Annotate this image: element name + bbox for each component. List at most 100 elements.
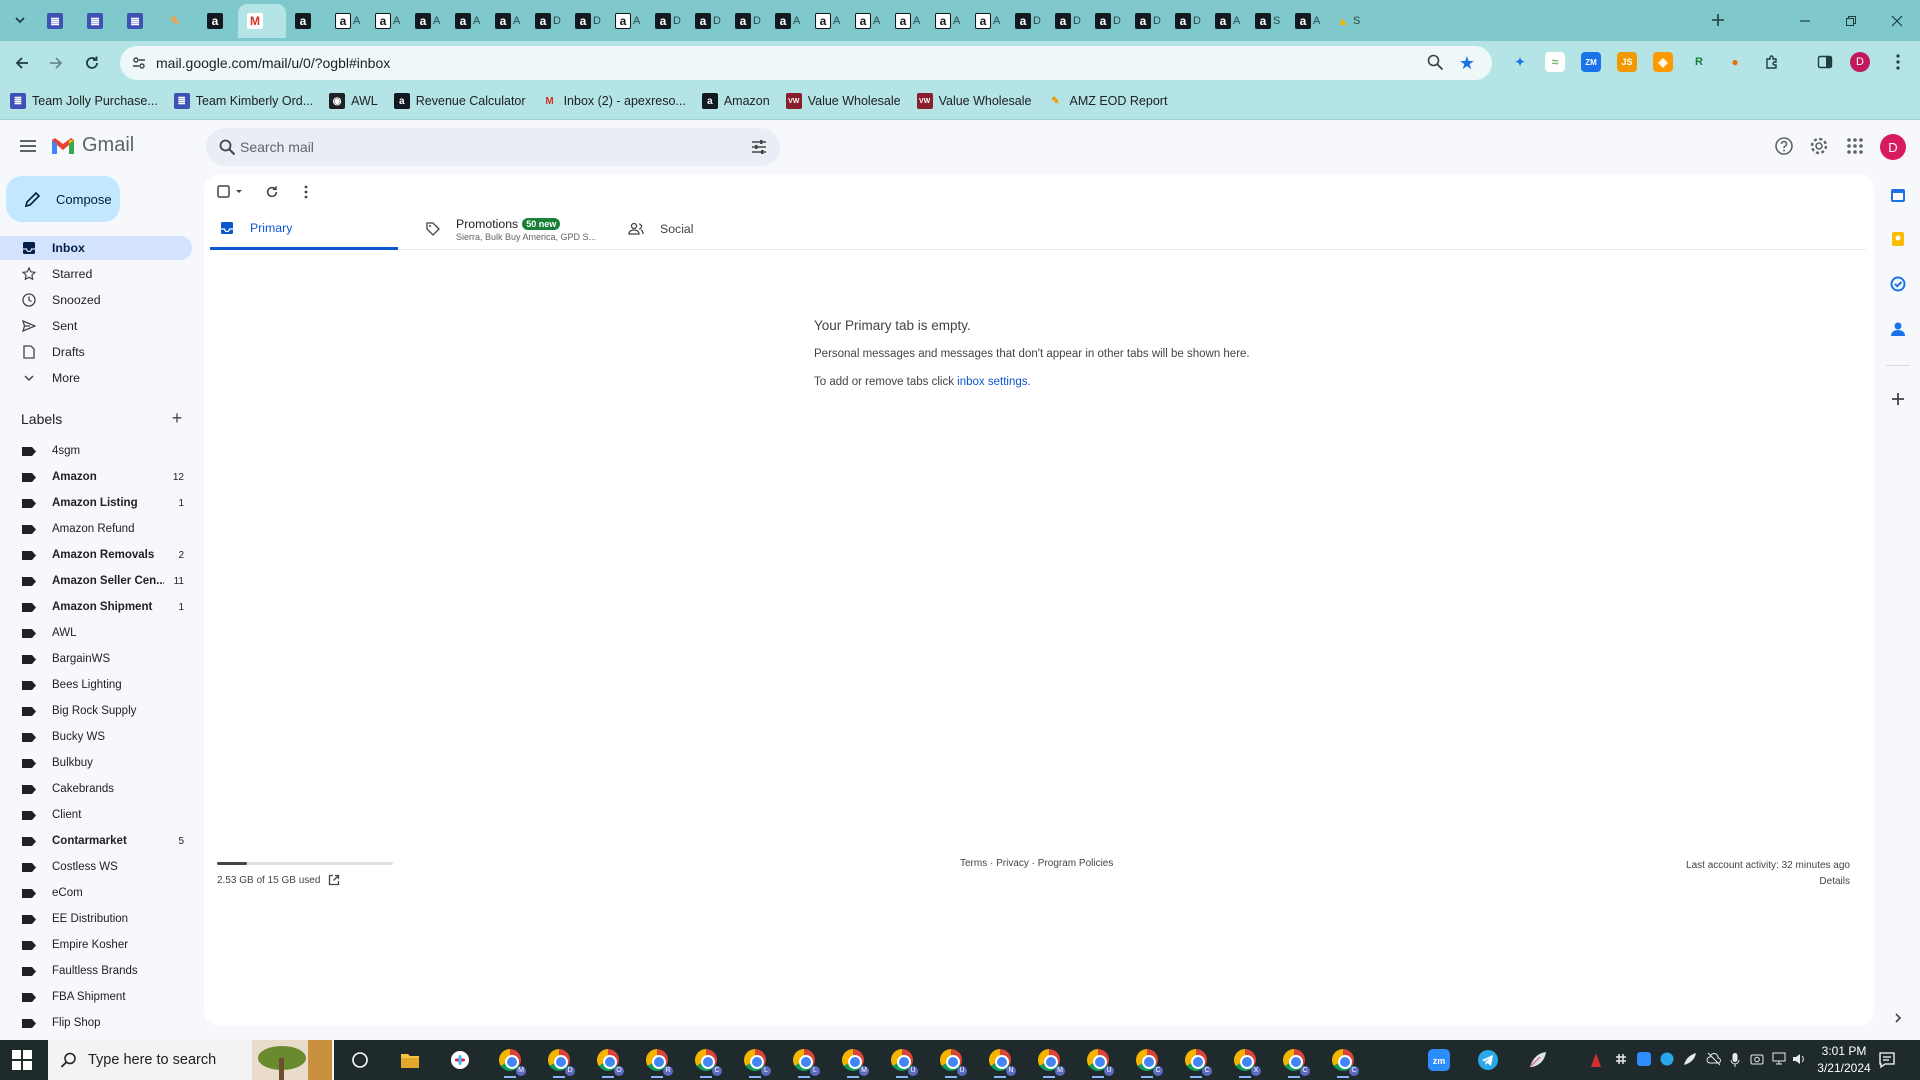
tray-slack-icon[interactable] bbox=[1614, 1052, 1628, 1066]
label-item[interactable]: BargainWS bbox=[0, 646, 192, 672]
zoom-icon[interactable] bbox=[1426, 53, 1446, 73]
get-addons-plus-icon[interactable] bbox=[1888, 389, 1908, 409]
browser-profile-avatar[interactable]: D bbox=[1850, 52, 1870, 72]
sidebar-item-drafts[interactable]: Drafts bbox=[0, 340, 192, 364]
extension-icon-4[interactable]: JS bbox=[1617, 52, 1637, 72]
browser-tab[interactable]: aD bbox=[526, 4, 566, 38]
restore-button[interactable] bbox=[1828, 0, 1874, 41]
address-bar[interactable]: mail.google.com/mail/u/0/?ogbl#inbox ★ bbox=[120, 46, 1492, 80]
extension-icon-1[interactable]: ✦ bbox=[1510, 52, 1530, 72]
file-explorer-icon[interactable] bbox=[396, 1046, 424, 1074]
settings-gear-icon[interactable] bbox=[1807, 134, 1831, 158]
browser-tab[interactable]: aD bbox=[1126, 4, 1166, 38]
reload-button[interactable] bbox=[78, 49, 106, 77]
chrome-window-icon[interactable]: M bbox=[1035, 1046, 1065, 1078]
back-button[interactable] bbox=[8, 49, 36, 77]
browser-tab[interactable]: aA bbox=[886, 4, 926, 38]
browser-tab[interactable]: aA bbox=[366, 4, 406, 38]
label-item[interactable]: FBA Shipment bbox=[0, 984, 192, 1010]
browser-tab[interactable]: aA bbox=[846, 4, 886, 38]
label-item[interactable]: Amazon Shipment 1 bbox=[0, 594, 192, 620]
browser-tab[interactable]: aD bbox=[1166, 4, 1206, 38]
search-options-icon[interactable] bbox=[750, 138, 768, 156]
sidebar-item-inbox[interactable]: Inbox bbox=[0, 236, 192, 260]
sidebar-item-more[interactable]: More bbox=[0, 366, 192, 390]
new-tab-button[interactable] bbox=[1706, 8, 1730, 32]
sidebar-item-snoozed[interactable]: Snoozed bbox=[0, 288, 192, 312]
browser-tab[interactable]: aS bbox=[1246, 4, 1286, 38]
label-item[interactable]: Bees Lighting bbox=[0, 672, 192, 698]
search-bar[interactable] bbox=[206, 128, 780, 166]
label-item[interactable]: Faultless Brands bbox=[0, 958, 192, 984]
account-avatar[interactable]: D bbox=[1880, 134, 1906, 160]
browser-tab[interactable]: aA bbox=[446, 4, 486, 38]
tray-zoom-icon[interactable] bbox=[1637, 1052, 1651, 1066]
browser-tab[interactable]: aD bbox=[1086, 4, 1126, 38]
label-item[interactable]: eCom bbox=[0, 880, 192, 906]
browser-tab[interactable]: aA bbox=[486, 4, 526, 38]
chrome-window-icon[interactable]: U bbox=[888, 1046, 918, 1078]
tray-network-icon[interactable] bbox=[1771, 1052, 1787, 1066]
label-item[interactable]: Amazon Seller Cen... 11 bbox=[0, 568, 192, 594]
close-window-button[interactable] bbox=[1874, 0, 1920, 41]
extension-icon-2[interactable]: ≈ bbox=[1545, 52, 1565, 72]
browser-tab[interactable]: aA bbox=[1286, 4, 1326, 38]
app-feather-icon[interactable] bbox=[1524, 1046, 1552, 1074]
label-item[interactable]: Empire Kosher bbox=[0, 932, 192, 958]
chrome-window-icon[interactable]: O bbox=[594, 1046, 624, 1078]
select-all-checkbox[interactable] bbox=[216, 182, 248, 202]
bookmark-item[interactable]: VW Value Wholesale bbox=[916, 93, 1031, 109]
label-item[interactable]: Cakebrands bbox=[0, 776, 192, 802]
browser-tab[interactable]: ≣ bbox=[78, 4, 118, 38]
bookmark-item[interactable]: a Revenue Calculator bbox=[393, 93, 526, 109]
browser-tab[interactable]: aD bbox=[1006, 4, 1046, 38]
label-item[interactable]: Contarmarket 5 bbox=[0, 828, 192, 854]
tab-social[interactable]: Social bbox=[618, 208, 808, 250]
bookmark-item[interactable]: ≣ Team Jolly Purchase... bbox=[10, 93, 158, 109]
minimize-button[interactable] bbox=[1782, 0, 1828, 41]
chrome-window-icon[interactable]: C bbox=[1133, 1046, 1163, 1078]
label-item[interactable]: Bucky WS bbox=[0, 724, 192, 750]
browser-tab[interactable]: aD bbox=[646, 4, 686, 38]
browser-tab[interactable]: M bbox=[238, 4, 286, 38]
contacts-app-icon[interactable] bbox=[1888, 319, 1908, 339]
chrome-window-icon[interactable]: L bbox=[790, 1046, 820, 1078]
label-item[interactable]: Client bbox=[0, 802, 192, 828]
browser-tab[interactable]: aA bbox=[766, 4, 806, 38]
extension-icon-6[interactable]: R bbox=[1689, 52, 1709, 72]
browser-tab[interactable]: aA bbox=[606, 4, 646, 38]
browser-tab[interactable]: ≣ bbox=[38, 4, 78, 38]
bookmark-star-icon[interactable]: ★ bbox=[1456, 52, 1478, 74]
slack-icon[interactable] bbox=[446, 1046, 474, 1074]
tray-telegram-icon[interactable] bbox=[1660, 1052, 1674, 1066]
chrome-window-icon[interactable]: U bbox=[937, 1046, 967, 1078]
browser-tab[interactable]: aD bbox=[686, 4, 726, 38]
tray-cloud-offline-icon[interactable] bbox=[1706, 1052, 1722, 1066]
side-panel-icon[interactable] bbox=[1815, 52, 1835, 72]
label-item[interactable]: Big Rock Supply bbox=[0, 698, 192, 724]
sidebar-item-starred[interactable]: Starred bbox=[0, 262, 192, 286]
tray-volume-icon[interactable] bbox=[1792, 1052, 1806, 1066]
label-item[interactable]: EE Distribution bbox=[0, 906, 192, 932]
task-view-icon[interactable] bbox=[346, 1046, 374, 1074]
gmail-logo[interactable]: Gmail bbox=[50, 134, 134, 157]
browser-tab[interactable]: a bbox=[286, 4, 326, 38]
chrome-window-icon[interactable]: D bbox=[545, 1046, 575, 1078]
notification-center-icon[interactable] bbox=[1878, 1051, 1896, 1069]
tray-feather-icon[interactable] bbox=[1683, 1052, 1697, 1066]
browser-tab[interactable]: aA bbox=[326, 4, 366, 38]
tab-primary[interactable]: Primary bbox=[210, 208, 398, 250]
tab-promotions[interactable]: Promotions 50 new Sierra, Bulk Buy Ameri… bbox=[416, 208, 612, 250]
taskbar-search-box[interactable]: Type here to search bbox=[48, 1040, 334, 1080]
browser-tab[interactable]: a bbox=[198, 4, 238, 38]
inbox-settings-link[interactable]: inbox settings bbox=[957, 376, 1027, 388]
compose-button[interactable]: Compose bbox=[6, 176, 120, 222]
help-icon[interactable] bbox=[1772, 134, 1796, 158]
browser-tab[interactable]: aA bbox=[1206, 4, 1246, 38]
bookmark-item[interactable]: ✎ AMZ EOD Report bbox=[1047, 93, 1167, 109]
chrome-window-icon[interactable]: L bbox=[741, 1046, 771, 1078]
label-item[interactable]: Amazon Refund bbox=[0, 516, 192, 542]
chrome-window-icon[interactable]: M bbox=[496, 1046, 526, 1078]
label-item[interactable]: AWL bbox=[0, 620, 192, 646]
open-in-new-icon[interactable] bbox=[328, 874, 340, 886]
